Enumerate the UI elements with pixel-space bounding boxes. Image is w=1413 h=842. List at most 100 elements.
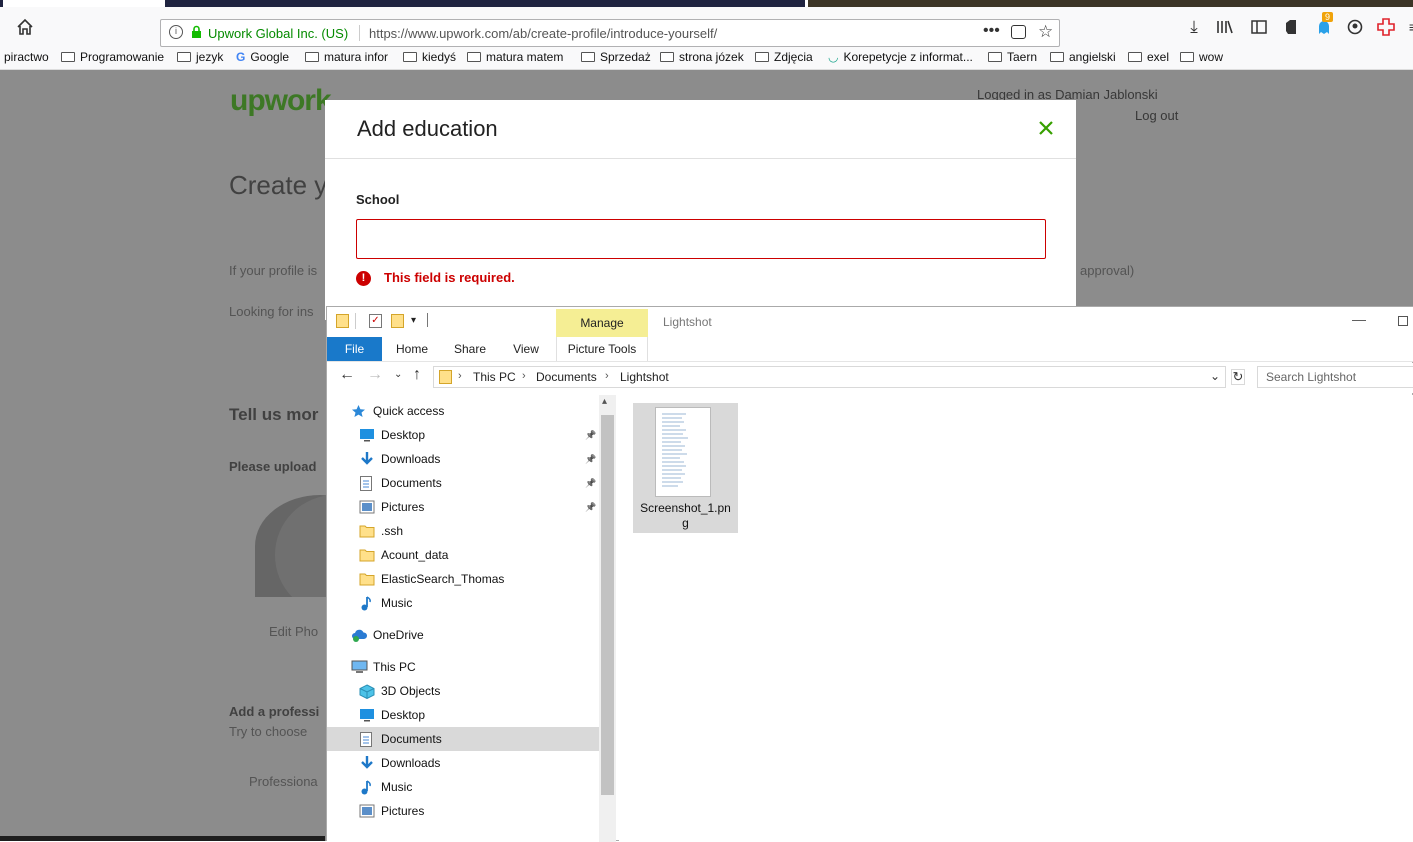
nav-item[interactable]: Acount_data (327, 543, 599, 567)
folder-icon (467, 52, 481, 62)
nav-item[interactable]: Pictures (327, 799, 599, 823)
nav-item[interactable]: Documents 📌 (327, 471, 599, 495)
minimize-icon[interactable]: — (1352, 311, 1366, 327)
star-bookmark-icon[interactable]: ☆ (1038, 22, 1053, 42)
nav-item[interactable]: 3D Objects (327, 679, 599, 703)
nav-item[interactable]: .ssh (327, 519, 599, 543)
bookmark-folder[interactable]: matura matem (467, 50, 563, 64)
menu-icon[interactable]: ≡ (1402, 16, 1413, 38)
nav-item[interactable]: Desktop 📌 (327, 423, 599, 447)
bookmark-item[interactable]: ◡ Korepetycje z informat... (828, 50, 973, 64)
scroll-thumb[interactable] (601, 415, 614, 795)
url-bar[interactable]: i Upwork Global Inc. (US) https://www.up… (160, 19, 1060, 47)
folder-icon (439, 370, 452, 384)
sidebar-icon[interactable] (1248, 16, 1270, 38)
properties-icon[interactable]: ✓ (369, 314, 382, 328)
nav-item-label: Desktop (381, 708, 426, 722)
nav-item[interactable]: Music (327, 591, 599, 615)
bookmark-item[interactable]: piractwo (4, 50, 49, 64)
nav-item[interactable]: Pictures 📌 (327, 495, 599, 519)
nav-item-label: Desktop (381, 428, 426, 442)
bookmark-folder[interactable]: jezyk (177, 50, 223, 64)
browser-tab-strip (0, 0, 1413, 7)
library-icon[interactable] (1214, 16, 1236, 38)
folder-icon (1128, 52, 1142, 62)
bookmark-folder[interactable]: Sprzedaż (581, 50, 651, 64)
nav-item[interactable]: Quick access (327, 399, 599, 423)
tab-picture-tools[interactable]: Picture Tools (556, 337, 648, 361)
breadcrumb-documents[interactable]: Documents (536, 370, 597, 384)
nav-item-label: Downloads (381, 756, 441, 770)
tab-home[interactable]: Home (390, 337, 434, 361)
bookmark-folder[interactable]: exel (1128, 50, 1169, 64)
nav-item[interactable]: This PC (327, 655, 599, 679)
nav-item[interactable]: Documents (327, 727, 599, 751)
info-icon[interactable]: i (169, 25, 183, 39)
bookmark-folder[interactable]: angielski (1050, 50, 1116, 64)
window-title: Lightshot (663, 315, 712, 329)
refresh-icon[interactable]: ↻ (1231, 369, 1245, 385)
file-explorer-window: ✓ ▾ Manage Lightshot — File Home Share V… (326, 306, 1413, 842)
account-icon[interactable] (1344, 16, 1366, 38)
tab-share[interactable]: Share (447, 337, 493, 361)
pocket-icon[interactable] (1011, 25, 1026, 39)
bookmark-folder[interactable]: kiedyś (403, 50, 456, 64)
nav-item[interactable]: ElasticSearch_Thomas (327, 567, 599, 591)
bookmark-folder[interactable]: Programowanie (61, 50, 164, 64)
extension-ghostery-icon[interactable]: 9 (1313, 12, 1335, 38)
bookmark-folder[interactable]: matura infor (305, 50, 388, 64)
desktop-icon (359, 428, 375, 442)
recent-locations-icon[interactable]: ⌄ (394, 369, 402, 380)
error-icon: ! (356, 271, 371, 286)
folder-icon (359, 524, 375, 538)
extension-badge: 9 (1322, 12, 1334, 22)
bookmark-folder[interactable]: Taern (988, 50, 1037, 64)
evernote-icon[interactable] (1280, 16, 1302, 38)
close-icon[interactable] (1038, 116, 1054, 142)
address-bar[interactable]: › This PC › Documents › Lightshot ⌄ (433, 366, 1226, 388)
breadcrumb-this-pc[interactable]: This PC (473, 370, 516, 384)
search-input[interactable]: Search Lightshot (1257, 366, 1413, 388)
nav-scrollbar[interactable]: ▴ (599, 395, 616, 842)
scroll-up-icon[interactable]: ▴ (602, 396, 607, 407)
address-dropdown-icon[interactable]: ⌄ (1210, 369, 1220, 383)
bookmark-folder[interactable]: Zdjęcia (755, 50, 813, 64)
file-item[interactable]: Screenshot_1.png (633, 403, 738, 533)
nav-item[interactable]: OneDrive (327, 623, 599, 647)
qat-dropdown-icon[interactable]: ▾ (411, 315, 416, 326)
site-identity[interactable]: Upwork Global Inc. (US) (208, 26, 348, 41)
url-text[interactable]: https://www.upwork.com/ab/create-profile… (369, 26, 717, 41)
folder-icon (660, 52, 674, 62)
bookmark-folder[interactable]: wow (1180, 50, 1223, 64)
nav-item[interactable]: Downloads 📌 (327, 447, 599, 471)
manage-context-tab[interactable]: Manage (556, 309, 648, 337)
nav-item[interactable]: Downloads (327, 751, 599, 775)
address-row: ← → ⌄ ↑ › This PC › Documents › Lightsho… (327, 363, 1413, 393)
pin-icon[interactable]: 📌 (585, 478, 596, 489)
pin-icon[interactable]: 📌 (585, 502, 596, 513)
document-icon (359, 732, 375, 747)
explorer-titlebar[interactable]: ✓ ▾ Manage Lightshot — (327, 307, 1413, 337)
pin-icon[interactable]: 📌 (585, 430, 596, 441)
pin-icon[interactable]: 📌 (585, 454, 596, 465)
folder-icon (988, 52, 1002, 62)
tab-file[interactable]: File (327, 337, 382, 361)
nav-item[interactable]: Music (327, 775, 599, 799)
up-arrow-icon[interactable]: ↑ (413, 366, 421, 384)
breadcrumb-chevron-icon: › (458, 370, 462, 382)
back-arrow-icon[interactable]: ← (339, 366, 355, 384)
nav-item-label: Music (381, 780, 413, 794)
page-actions-icon[interactable]: ••• (983, 22, 1000, 40)
home-icon[interactable] (14, 16, 36, 38)
download-icon[interactable]: ⤓ (1183, 16, 1205, 38)
health-plus-icon[interactable] (1375, 16, 1397, 38)
maximize-icon[interactable] (1398, 316, 1408, 326)
new-folder-icon[interactable] (391, 314, 404, 328)
breadcrumb-lightshot[interactable]: Lightshot (620, 370, 669, 384)
forward-arrow-icon[interactable]: → (367, 366, 383, 384)
school-input[interactable] (356, 219, 1046, 259)
tab-view[interactable]: View (504, 337, 548, 361)
bookmark-item[interactable]: G Google (236, 50, 289, 64)
bookmark-folder[interactable]: strona józek (660, 50, 744, 64)
nav-item[interactable]: Desktop (327, 703, 599, 727)
